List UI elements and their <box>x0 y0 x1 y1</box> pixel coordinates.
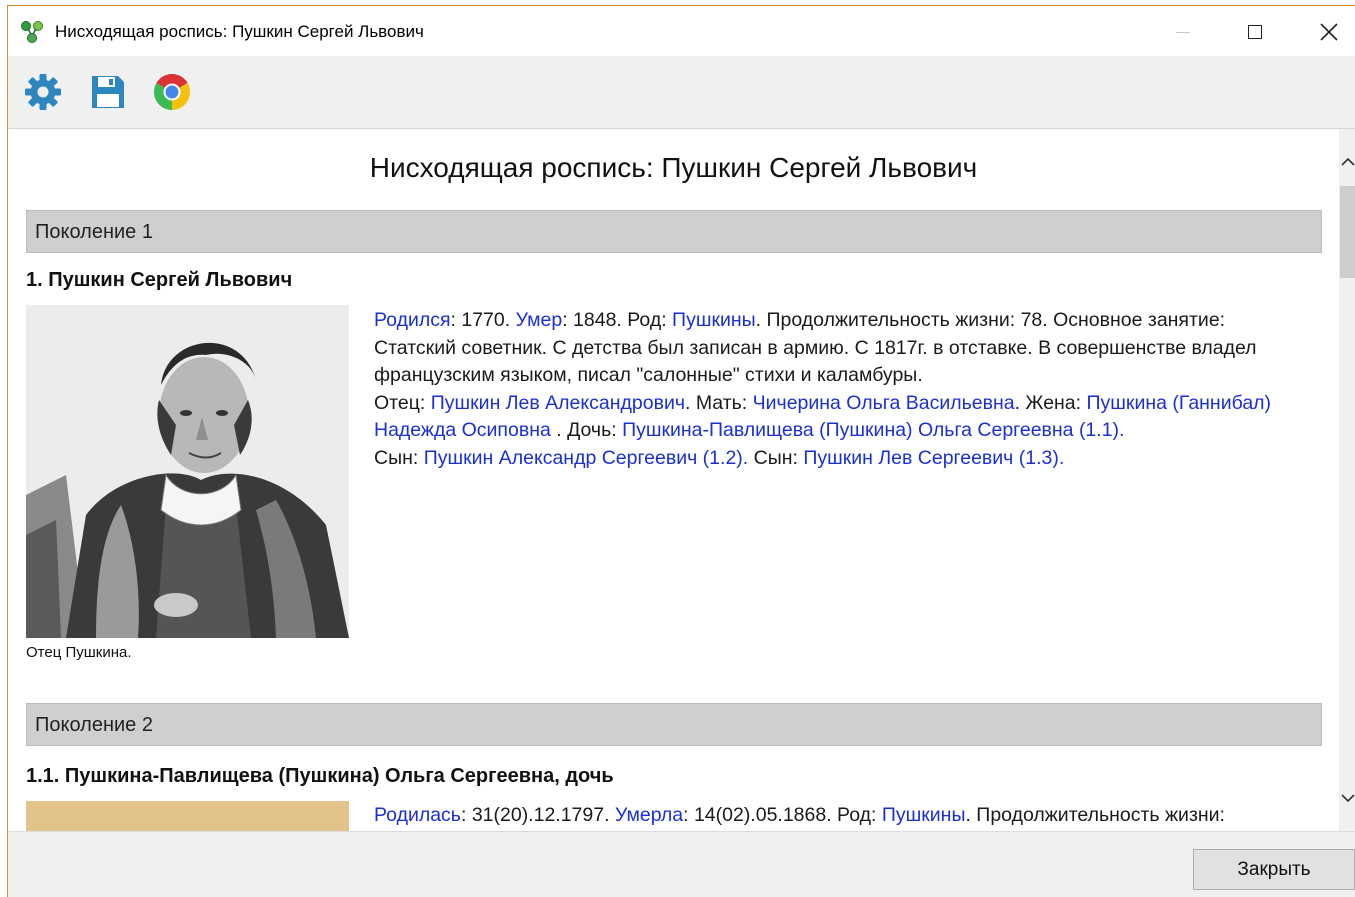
son-link-alexander[interactable]: Пушкин Александр Сергеевич (1.2). <box>424 447 749 469</box>
save-button[interactable] <box>88 72 128 112</box>
father-label: Отец: <box>374 391 431 414</box>
open-in-browser-button[interactable] <box>152 72 192 112</box>
person-heading: 1.1. Пушкина-Павлищева (Пушкина) Ольга С… <box>26 765 614 787</box>
portrait-caption: Отец Пушкина. <box>26 644 132 661</box>
close-window-button[interactable] <box>1306 14 1352 50</box>
close-button[interactable]: Закрыть <box>1193 849 1355 890</box>
born-value: : 31(20).12.1797. <box>460 804 615 826</box>
died-value: : 14(02).05.1868. Род: <box>683 804 882 826</box>
daughter-label: . Дочь: <box>550 419 623 441</box>
bio-text: . Продолжительность жизни: <box>965 804 1225 826</box>
person-heading: 1. Пушкин Сергей Львович <box>26 269 293 291</box>
clan-link[interactable]: Пушкины <box>882 804 966 826</box>
minimize-icon <box>1176 31 1190 33</box>
son-link-lev[interactable]: Пушкин Лев Сергеевич (1.3). <box>803 447 1064 469</box>
scroll-thumb[interactable] <box>1340 186 1355 278</box>
main-window: Нисходящая роспись: Пушкин Сергей Львови… <box>7 5 1355 897</box>
born-link[interactable]: Родился <box>374 309 451 331</box>
maximize-button[interactable] <box>1232 14 1278 50</box>
clan-link[interactable]: Пушкины <box>672 309 756 331</box>
died-link[interactable]: Умер <box>516 309 563 331</box>
son-label: Сын: <box>748 446 804 469</box>
portrait-engraving <box>26 305 349 638</box>
minimize-button[interactable] <box>1160 14 1206 50</box>
chevron-up-icon <box>1340 157 1355 166</box>
person-portrait <box>26 305 349 638</box>
chrome-icon <box>153 74 191 110</box>
born-link[interactable]: Родилась <box>374 804 461 826</box>
maximize-icon <box>1248 25 1262 39</box>
settings-button[interactable] <box>23 72 63 112</box>
report-title: Нисходящая роспись: Пушкин Сергей Львови… <box>369 152 978 183</box>
report-view: Нисходящая роспись: Пушкин Сергей Львови… <box>8 129 1339 831</box>
born-value: : 1770. <box>450 309 516 331</box>
dialog-footer: Закрыть <box>8 831 1355 897</box>
close-icon <box>1320 23 1338 41</box>
vertical-scrollbar[interactable] <box>1339 129 1355 831</box>
person-portrait <box>26 801 349 831</box>
save-icon <box>92 76 124 108</box>
mother-label: . Мать: <box>685 391 753 414</box>
title-bar: Нисходящая роспись: Пушкин Сергей Львови… <box>8 6 1355 56</box>
scroll-up-button[interactable] <box>1339 153 1355 170</box>
chevron-down-icon <box>1340 793 1355 802</box>
tree-app-icon <box>21 21 43 43</box>
toolbar <box>8 56 1355 129</box>
person-bio: Родился: 1770. Умер: 1848. Род: Пушкины.… <box>374 307 1309 472</box>
person-bio: Родилась: 31(20).12.1797. Умерла: 14(02)… <box>374 802 1309 830</box>
scroll-down-button[interactable] <box>1339 789 1355 806</box>
father-link[interactable]: Пушкин Лев Александрович <box>431 392 685 414</box>
died-value: : 1848. Род: <box>562 309 673 331</box>
generation-header: Поколение 2 <box>26 703 1322 746</box>
gear-icon <box>25 74 61 110</box>
died-link[interactable]: Умерла <box>615 804 683 826</box>
generation-header: Поколение 1 <box>26 210 1322 253</box>
daughter-link[interactable]: Пушкина-Павлищева (Пушкина) Ольга Сергее… <box>622 419 1124 441</box>
window-title: Нисходящая роспись: Пушкин Сергей Львови… <box>55 22 424 41</box>
mother-link[interactable]: Чичерина Ольга Васильевна <box>753 392 1015 414</box>
wife-label: . Жена: <box>1014 391 1087 414</box>
son-label: Сын: <box>374 446 424 469</box>
